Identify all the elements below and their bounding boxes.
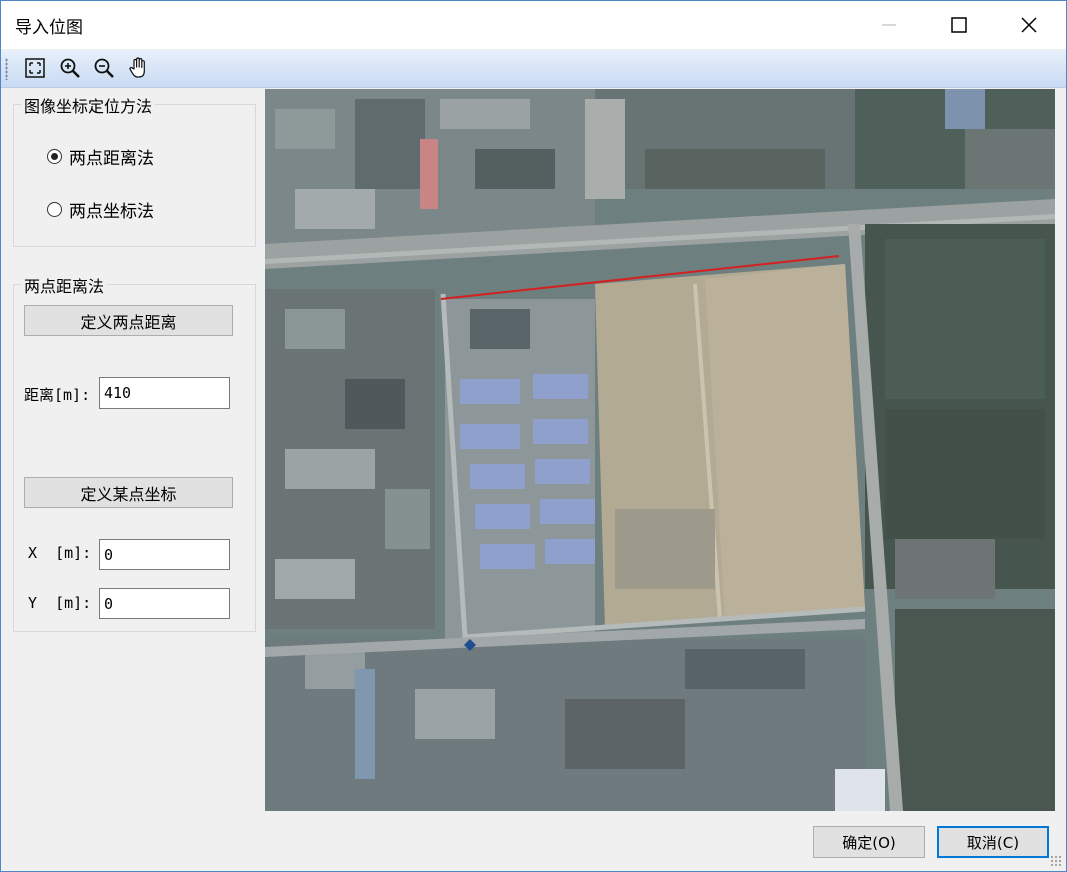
minimize-icon xyxy=(882,24,896,26)
full-extent-button[interactable] xyxy=(21,55,49,81)
y-label: Y [m]: xyxy=(28,594,92,612)
maximize-button[interactable] xyxy=(941,9,977,41)
zoom-out-button[interactable] xyxy=(90,55,118,81)
method-group xyxy=(13,104,256,247)
title-bar: 导入位图 xyxy=(1,1,1066,49)
distance-label: 距离[m]: xyxy=(24,386,91,404)
method-group-label: 图像坐标定位方法 xyxy=(21,93,156,117)
zoom-in-icon xyxy=(60,58,80,78)
minimize-button[interactable] xyxy=(871,9,907,41)
pan-hand-icon xyxy=(129,57,145,78)
full-extent-icon xyxy=(25,58,45,78)
distance-group-label: 两点距离法 xyxy=(21,273,108,297)
distance-input[interactable]: 410 xyxy=(99,377,230,409)
ok-button[interactable]: 确定(O) xyxy=(813,826,925,858)
close-button[interactable] xyxy=(1011,9,1047,41)
window-title: 导入位图 xyxy=(15,18,83,38)
define-two-point-distance-button[interactable]: 定义两点距离 xyxy=(24,305,233,336)
radio-unchecked-icon[interactable] xyxy=(47,202,62,217)
satellite-image[interactable] xyxy=(265,89,1055,811)
import-bitmap-dialog: 导入位图 图像坐标定位方法 两点距离法 两点坐标法 两点距离法 定义两点距离 距… xyxy=(0,0,1067,872)
close-icon xyxy=(1021,17,1037,33)
pan-button[interactable] xyxy=(125,55,153,81)
x-coordinate-input[interactable]: 0 xyxy=(99,539,230,570)
cancel-button[interactable]: 取消(C) xyxy=(937,826,1049,858)
maximize-icon xyxy=(951,17,967,33)
define-point-coordinate-button[interactable]: 定义某点坐标 xyxy=(24,477,233,508)
map-toolbar xyxy=(1,50,1066,88)
y-coordinate-input[interactable]: 0 xyxy=(99,588,230,619)
radio-two-point-distance[interactable]: 两点距离法 xyxy=(47,144,154,169)
distance-group xyxy=(13,284,256,632)
radio-checked-icon[interactable] xyxy=(47,149,62,164)
radio-two-point-coordinate[interactable]: 两点坐标法 xyxy=(47,197,154,222)
zoom-out-icon xyxy=(94,58,114,78)
radio-two-point-distance-label: 两点距离法 xyxy=(69,149,154,169)
radio-two-point-coordinate-label: 两点坐标法 xyxy=(69,202,154,222)
zoom-in-button[interactable] xyxy=(56,55,84,81)
bitmap-viewport[interactable] xyxy=(265,89,1055,811)
toolbar-grip[interactable] xyxy=(5,58,8,80)
resize-grip[interactable] xyxy=(1050,855,1062,867)
x-label: X [m]: xyxy=(28,544,92,562)
